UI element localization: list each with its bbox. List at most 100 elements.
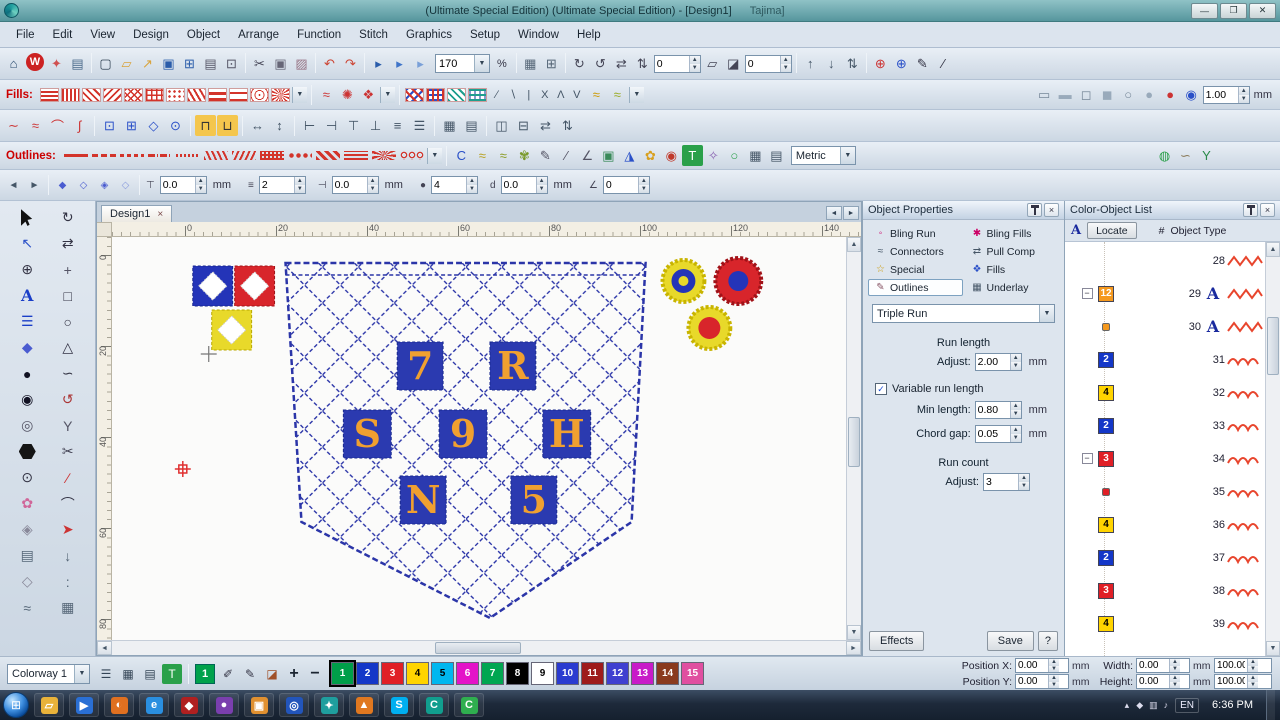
collapse-icon[interactable]: − [1081, 453, 1093, 464]
spin-down-icon[interactable]: ▼ [1019, 482, 1029, 490]
move-backward-icon[interactable]: ↓ [821, 53, 842, 74]
stack-icon[interactable]: ☰ [409, 115, 430, 136]
slope-tool-icon[interactable]: ∕ [49, 466, 88, 489]
flip-icon[interactable]: ⇅ [557, 115, 578, 136]
app-blue-icon[interactable]: ◎ [279, 693, 309, 717]
crosshatch-icon[interactable] [404, 87, 424, 102]
teal-hatch-icon[interactable] [446, 87, 466, 102]
units-combo[interactable]: Metric ▼ [790, 146, 856, 165]
outline-hatch-icon[interactable] [315, 151, 340, 160]
run-count-spinner[interactable]: ▲▼ [983, 473, 1030, 491]
position-y-spinner[interactable]: ▲▼ [1015, 674, 1069, 689]
zoom-tool-icon[interactable]: ⊕ [8, 258, 47, 281]
node-diamond-icon[interactable]: ◇ [143, 115, 164, 136]
palette-color-chip[interactable]: 2 [356, 662, 379, 685]
tab-scroll-left-icon[interactable]: ◄ [826, 206, 842, 220]
spin-down-icon[interactable]: ▼ [1248, 665, 1258, 672]
spin-down-icon[interactable]: ▼ [1238, 94, 1249, 103]
menu-item[interactable]: Arrange [230, 26, 287, 44]
horizontal-scroll-thumb[interactable] [434, 642, 521, 654]
horizontal-scrollbar[interactable]: ◄ ► [97, 640, 861, 655]
tab-fills[interactable]: ❖ Fills [965, 261, 1060, 278]
spin-up-icon[interactable]: ▲ [1010, 426, 1021, 434]
menu-item[interactable]: Function [289, 26, 349, 44]
fill-dots-icon[interactable] [165, 87, 185, 102]
print-preview-icon[interactable]: ⊡ [221, 53, 242, 74]
filled-circle-tool-icon[interactable]: ● [8, 362, 47, 385]
thread-color-chip[interactable]: 2 [1098, 417, 1114, 434]
zoom-input[interactable] [436, 57, 474, 70]
spin-up-icon[interactable]: ▲ [367, 177, 378, 185]
save-all-icon[interactable]: ⊞ [179, 53, 200, 74]
angle-vertical-icon[interactable]: | [521, 84, 537, 105]
spin-down-icon[interactable]: ▼ [1010, 410, 1021, 418]
outline-beads-icon[interactable] [287, 152, 312, 159]
contour-tool-icon[interactable]: ◎ [8, 414, 47, 437]
outline-zigzag2-icon[interactable] [231, 151, 256, 160]
spiral-fill-icon[interactable]: ✺ [337, 84, 358, 105]
width-percent-spinner[interactable]: ▲▼ [1214, 658, 1272, 673]
zoom-combo[interactable]: ▼ [435, 54, 490, 73]
angle-measure-icon[interactable]: ∠ [577, 145, 598, 166]
palette-color-chip[interactable]: 4 [406, 662, 429, 685]
balloon-icon[interactable]: ✦ [46, 53, 67, 74]
texture-wave2-icon[interactable]: ≈ [493, 145, 514, 166]
explorer-icon[interactable]: ▱ [34, 693, 64, 717]
start-point-icon[interactable]: ⊕ [870, 53, 891, 74]
garment-icon[interactable]: T [162, 663, 182, 684]
diamond-light-icon[interactable]: ◇ [115, 175, 136, 196]
height-percent-input[interactable] [1215, 675, 1247, 688]
chevron-down-icon[interactable]: ▼ [474, 55, 489, 72]
lettering-filter-icon[interactable]: A [1071, 223, 1081, 238]
red-node-icon[interactable]: ● [1160, 84, 1181, 105]
internet-explorer-icon[interactable]: e [139, 693, 169, 717]
fill-rings-icon[interactable] [249, 87, 269, 102]
chevron-down-icon[interactable]: ▼ [291, 86, 307, 103]
menu-item[interactable]: Object [179, 26, 228, 44]
rotate-angle-input[interactable] [654, 55, 689, 72]
circle-filled-icon[interactable]: ● [1139, 84, 1160, 105]
import-icon[interactable]: ↗ [137, 53, 158, 74]
knife-tool-icon[interactable]: ✂ [49, 440, 88, 463]
outline-solid-icon[interactable] [63, 154, 88, 157]
locate-button[interactable]: Locate [1087, 222, 1137, 239]
chevron-down-icon[interactable]: ▼ [426, 147, 442, 164]
scroll-down-icon[interactable]: ▼ [847, 625, 861, 640]
vlc-icon[interactable]: ▲ [349, 693, 379, 717]
palette-color-chip[interactable]: 10 [556, 662, 579, 685]
angle-left-icon[interactable]: ∕ [489, 84, 505, 105]
align-right-icon[interactable]: ⊣ [321, 115, 342, 136]
param-input[interactable] [431, 177, 466, 193]
color-object-row[interactable]: 3 38 [1065, 574, 1265, 607]
skype-icon[interactable]: S [384, 693, 414, 717]
letter-block[interactable]: H [549, 411, 585, 456]
wave-run-icon[interactable]: ≈ [25, 115, 46, 136]
ring-tool-icon[interactable]: ◉ [8, 388, 47, 411]
donut-icon[interactable]: ◉ [661, 145, 682, 166]
grid-toggle-icon[interactable]: ▦ [520, 53, 541, 74]
pan-tool-icon[interactable]: + [49, 258, 88, 281]
outline-dash-icon[interactable] [91, 154, 116, 157]
param-spinner[interactable]: ▲▼ [159, 176, 207, 194]
spin-down-icon[interactable]: ▼ [367, 185, 378, 193]
design-properties-icon[interactable]: ▤ [67, 53, 88, 74]
s-curve-icon[interactable]: ∫ [69, 115, 90, 136]
thread-color-chip[interactable]: 2 [1098, 351, 1114, 368]
outline-dot-icon[interactable] [175, 154, 200, 157]
spin-up-icon[interactable]: ▲ [1238, 86, 1249, 95]
spin-up-icon[interactable]: ▲ [1010, 402, 1021, 410]
letter-block[interactable]: R [497, 343, 529, 388]
eyedropper-icon[interactable]: ✐ [218, 664, 238, 684]
thread-color-chip[interactable]: 12 [1098, 285, 1114, 302]
angle-right-icon[interactable]: ∖ [505, 84, 521, 105]
lettering-tool-icon[interactable]: A [8, 284, 47, 307]
thread-color-chip[interactable]: 4 [1098, 384, 1114, 401]
menu-item[interactable]: Stitch [351, 26, 396, 44]
spin-up-icon[interactable]: ▲ [1019, 474, 1029, 482]
angle-up-icon[interactable]: Λ [553, 84, 569, 105]
run-style-combo[interactable]: Triple Run ▼ [872, 304, 1055, 323]
color-object-row[interactable]: 28 [1065, 244, 1265, 277]
thread-color-chip[interactable]: 4 [1098, 615, 1114, 632]
palette-color-chip[interactable]: 5 [431, 662, 454, 685]
color-object-row[interactable]: 4 36 [1065, 508, 1265, 541]
